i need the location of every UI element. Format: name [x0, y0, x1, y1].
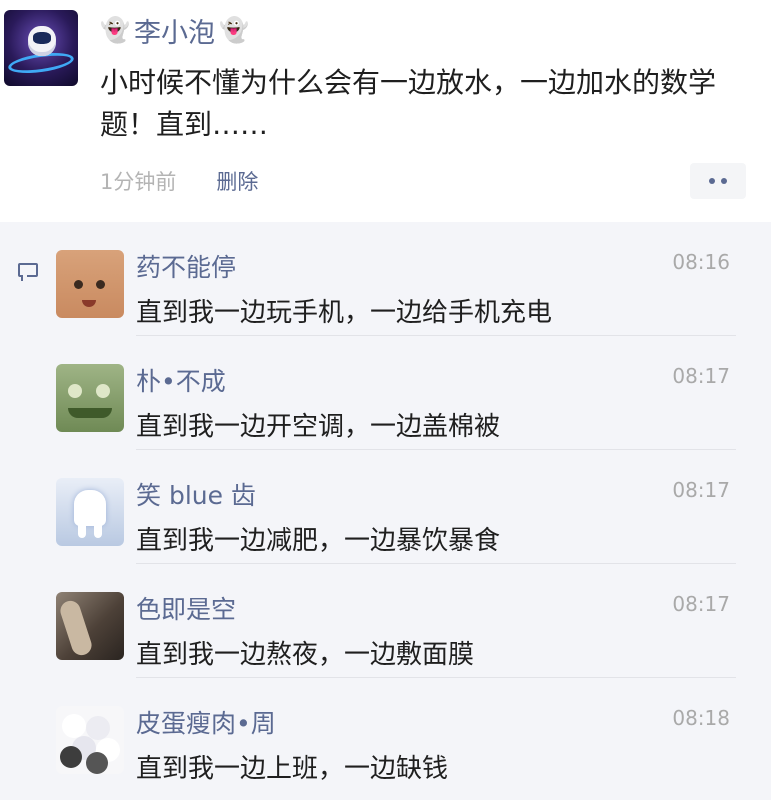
comment-text: 直到我一边开空调，一边盖棉被	[136, 412, 501, 442]
commenter-name[interactable]: 色即是空	[136, 590, 236, 626]
comment-time: 08:17	[672, 478, 730, 502]
moment-post: 👻 李小泡 👻 小时候不懂为什么会有一边放水，一边加水的数学题！直到…… 1分钟…	[0, 0, 771, 222]
comment-time: 08:18	[672, 706, 730, 730]
poster-name-row[interactable]: 👻 李小泡 👻	[100, 11, 249, 50]
post-time: 1分钟前	[100, 170, 177, 194]
comment-item[interactable]: 色即是空 08:17 直到我一边熬夜，一边敷面膜	[56, 564, 756, 678]
post-text: 小时候不懂为什么会有一边放水，一边加水的数学题！直到……	[100, 66, 717, 141]
commenter-avatar[interactable]	[56, 706, 124, 774]
comment-text: 直到我一边熬夜，一边敷面膜	[136, 640, 475, 670]
commenter-name[interactable]: 朴•不成	[136, 362, 226, 398]
commenter-name[interactable]: 药不能停	[136, 248, 236, 284]
commenter-avatar[interactable]	[56, 478, 124, 546]
poster-name[interactable]: 李小泡	[134, 11, 215, 50]
more-dots-icon	[721, 178, 727, 184]
comment-item[interactable]: 朴•不成 08:17 直到我一边开空调，一边盖棉被	[56, 336, 756, 450]
comment-time: 08:16	[672, 250, 730, 274]
commenter-name[interactable]: 笑 blue 齿	[136, 476, 256, 512]
commenter-name[interactable]: 皮蛋瘦肉•周	[136, 704, 276, 740]
comment-time: 08:17	[672, 364, 730, 388]
comment-section: 药不能停 08:16 直到我一边玩手机，一边给手机充电 朴•不成 08:17 直…	[0, 222, 771, 800]
astronaut-visor	[33, 32, 51, 44]
more-actions-button[interactable]	[690, 163, 746, 199]
ghost-emoji-icon: 👻	[100, 16, 130, 44]
delete-link[interactable]: 删除	[216, 166, 258, 196]
comment-icon	[18, 263, 38, 281]
comment-text: 直到我一边玩手机，一边给手机充电	[136, 298, 553, 328]
comment-item[interactable]: 药不能停 08:16 直到我一边玩手机，一边给手机充电	[56, 222, 756, 336]
comment-item[interactable]: 皮蛋瘦肉•周 08:18 直到我一边上班，一边缺钱	[56, 678, 756, 792]
more-dots-icon	[709, 178, 715, 184]
commenter-avatar[interactable]	[56, 250, 124, 318]
post-meta: 1分钟前 删除	[100, 166, 258, 196]
poster-avatar[interactable]	[4, 10, 78, 86]
commenter-avatar[interactable]	[56, 364, 124, 432]
ghost-emoji-icon: 👻	[219, 16, 249, 44]
comment-item[interactable]: 笑 blue 齿 08:17 直到我一边减肥，一边暴饮暴食	[56, 450, 756, 564]
comment-time: 08:17	[672, 592, 730, 616]
comment-text: 直到我一边上班，一边缺钱	[136, 754, 449, 784]
commenter-avatar[interactable]	[56, 592, 124, 660]
comment-text: 直到我一边减肥，一边暴饮暴食	[136, 526, 501, 556]
